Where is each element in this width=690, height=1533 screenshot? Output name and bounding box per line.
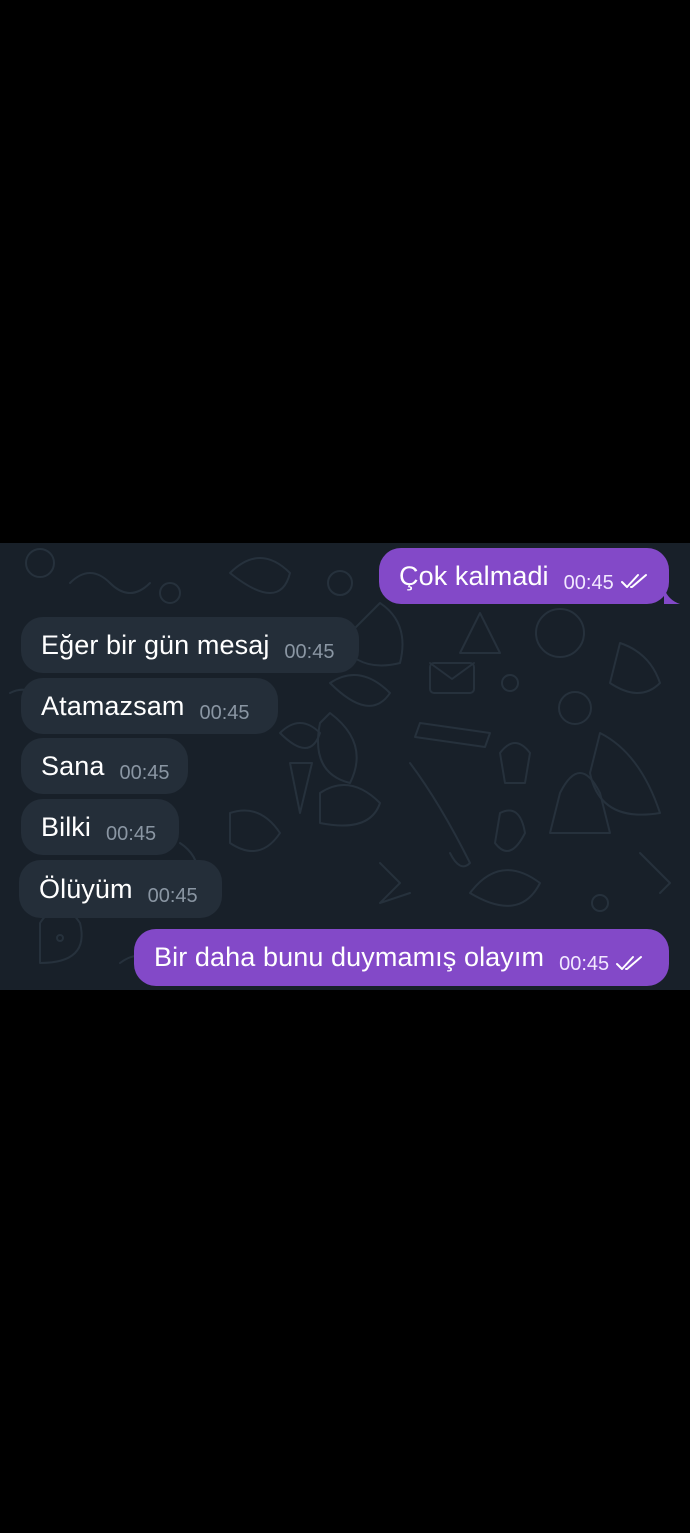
message-text: Atamazsam <box>41 690 185 721</box>
chat-area[interactable]: Çok kalmadi 00:45 Eğer bir gün mesaj 00:… <box>0 543 690 990</box>
message-time: 00:45 <box>199 701 250 724</box>
message-outgoing[interactable]: Çok kalmadi 00:45 <box>379 548 669 604</box>
message-text: Sana <box>41 750 105 781</box>
message-text: Ölüyüm <box>39 873 133 904</box>
message-time: 00:45 <box>559 953 610 975</box>
message-incoming[interactable]: Bilki 00:45 <box>21 799 179 855</box>
double-check-icon <box>620 574 647 588</box>
message-outgoing[interactable]: Bir daha bunu duymamış olayım 00:45 <box>134 929 669 986</box>
message-time: 00:45 <box>106 822 157 845</box>
message-text: Bilki <box>41 811 92 842</box>
message-text: Bir daha bunu duymamış olayım <box>154 942 545 972</box>
bubble-tail <box>664 588 680 604</box>
double-check-icon <box>616 955 643 970</box>
message-text: Çok kalmadi <box>399 560 549 591</box>
message-time: 00:45 <box>119 761 170 784</box>
message-time: 00:45 <box>563 571 614 594</box>
screen: Çok kalmadi 00:45 Eğer bir gün mesaj 00:… <box>0 0 690 1533</box>
message-incoming[interactable]: Eğer bir gün mesaj 00:45 <box>21 617 359 673</box>
message-incoming[interactable]: Ölüyüm 00:45 <box>19 860 222 918</box>
message-incoming[interactable]: Atamazsam 00:45 <box>21 678 278 734</box>
message-incoming[interactable]: Sana 00:45 <box>21 738 188 794</box>
message-time: 00:45 <box>284 640 335 663</box>
message-text: Eğer bir gün mesaj <box>41 629 270 660</box>
message-time: 00:45 <box>147 884 198 907</box>
